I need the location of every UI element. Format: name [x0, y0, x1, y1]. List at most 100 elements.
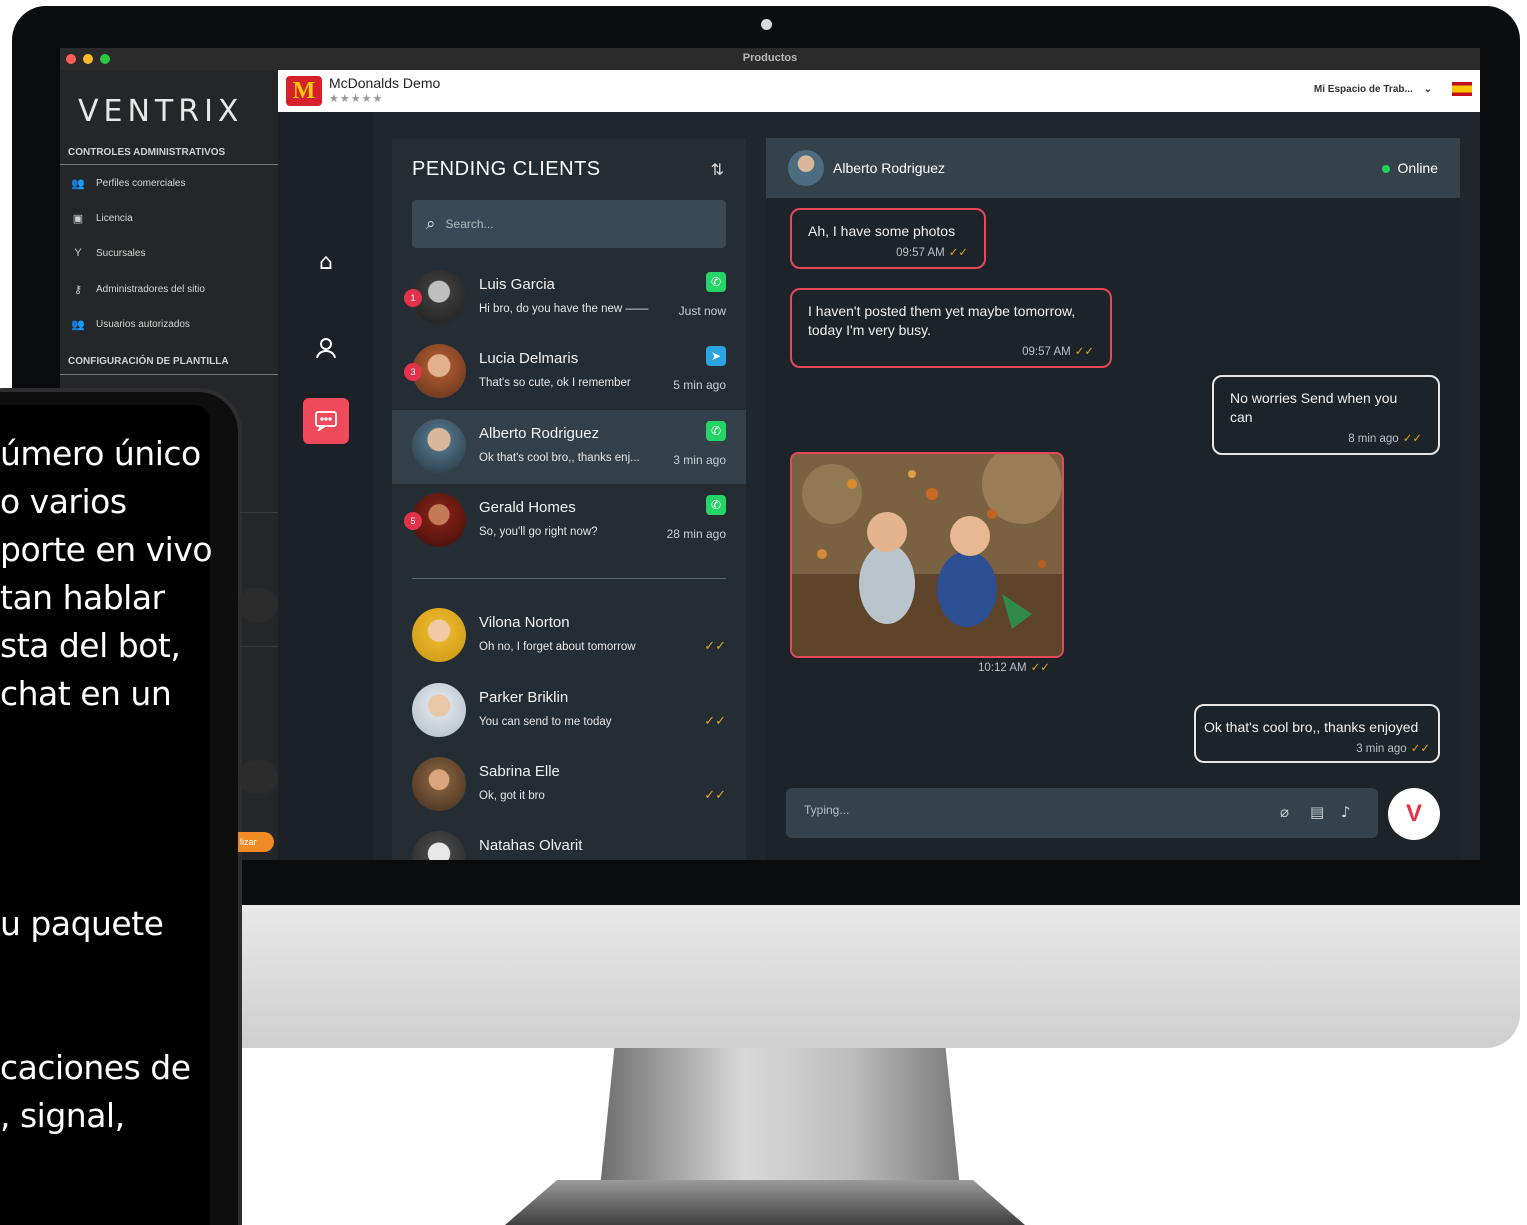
sidebar-item-license[interactable]: ▣ Licencia: [70, 208, 270, 228]
message-time: 10:12 AM: [978, 662, 1027, 674]
divider: [240, 512, 278, 513]
message-text: I haven't posted them yet maybe tomorrow…: [808, 303, 1076, 338]
window-titlebar: Productos: [60, 48, 1480, 70]
client-last-message: You can send to me today: [479, 716, 612, 728]
camera-dot: [761, 19, 772, 30]
client-name: Lucia Delmaris: [479, 350, 579, 367]
sidebar-item-business-profiles[interactable]: 👥 Perfiles comerciales: [70, 173, 270, 193]
divider: [240, 646, 278, 647]
read-check-icon: ✓✓: [1402, 433, 1422, 445]
unread-badge: 5: [404, 512, 422, 530]
client-row-selected[interactable]: Alberto Rodriguez Ok that's cool bro,, t…: [392, 410, 746, 484]
section-template-config: CONFIGURACIÓN DE PLANTILLA: [68, 356, 229, 367]
shared-photo[interactable]: [790, 452, 1064, 658]
message-meta: 09:57 AM ✓✓: [808, 344, 1094, 358]
rating-stars: ★★★★★: [329, 92, 384, 105]
panel-title: PENDING CLIENTS: [412, 158, 601, 180]
workspace-label: Mi Espacio de Trab...: [1313, 84, 1413, 95]
chat-header: Alberto Rodriguez Online: [766, 138, 1460, 198]
online-status-text: Online: [1397, 160, 1438, 176]
read-check-icon: ✓✓: [704, 714, 726, 729]
users-icon: 👥: [71, 177, 85, 190]
mic-icon[interactable]: ♪: [1341, 803, 1351, 821]
client-last-message: So, you'll go right now?: [479, 526, 598, 538]
sidebar-item-branches[interactable]: Y Sucursales: [70, 243, 270, 263]
client-time: 5 min ago: [673, 378, 726, 392]
sort-icon[interactable]: ⇅: [711, 160, 724, 179]
online-status-dot: [1382, 165, 1390, 173]
send-button[interactable]: V: [1388, 788, 1440, 840]
whatsapp-icon: ✆: [706, 421, 726, 441]
users-icon: 👥: [71, 318, 85, 331]
brand-name: McDonalds Demo: [329, 75, 441, 91]
device-ui-pill: [238, 760, 278, 794]
section-admin-controls: CONTROLES ADMINISTRATIVOS: [68, 147, 226, 158]
language-flag-icon[interactable]: [1452, 82, 1472, 96]
message-composer: ⌀ ▤ ♪: [786, 788, 1378, 838]
client-row[interactable]: 5 Gerald Homes So, you'll go right now? …: [392, 484, 746, 558]
read-check-icon: ✓✓: [948, 247, 968, 259]
avatar: [412, 419, 466, 473]
message-input[interactable]: [804, 803, 1234, 817]
client-name: Luis Garcia: [479, 276, 555, 293]
promo-text-line: o varios: [0, 482, 127, 521]
branch-icon: Y: [74, 247, 82, 259]
sidebar-item-label: Perfiles comerciales: [96, 177, 186, 189]
message-time: 8 min ago: [1348, 433, 1399, 445]
brand-logo: M: [286, 76, 322, 106]
client-time: Just now: [678, 304, 726, 318]
promo-text-line: , signal,: [0, 1096, 125, 1135]
ventrix-logo: VENTRIX: [78, 94, 244, 129]
sidebar-item-label: Sucursales: [96, 247, 146, 259]
workspace-selector[interactable]: Mi Espacio de Trab... ⌄: [1314, 84, 1432, 95]
promo-text-line: u paquete: [0, 904, 164, 943]
client-row[interactable]: Sabrina Elle Ok, got it bro ✓✓: [392, 748, 746, 822]
home-icon[interactable]: ⌂: [308, 244, 344, 280]
promo-text-line: porte en vivo: [0, 530, 213, 569]
message-meta: 09:57 AM ✓✓: [808, 245, 968, 259]
client-name: Vilona Norton: [479, 614, 570, 631]
client-last-message: That's so cute, ok I remember: [479, 377, 631, 389]
pending-clients-panel: PENDING CLIENTS ⇅ ⌕ 1 Luis Garcia Hi bro…: [392, 138, 746, 860]
avatar: [412, 757, 466, 811]
user-icon[interactable]: [308, 330, 344, 366]
search-box: ⌕: [412, 200, 726, 248]
product-mockup: Productos VENTRIX CONTROLES ADMINISTRATI…: [0, 0, 1527, 1225]
message-text: Ok that's cool bro,, thanks enjoyed: [1204, 719, 1419, 735]
attach-icon[interactable]: ⌀: [1280, 803, 1289, 821]
whatsapp-icon: ✆: [706, 495, 726, 515]
client-row[interactable]: Parker Briklin You can send to me today …: [392, 674, 746, 748]
message-text: No worries Send when you can: [1230, 390, 1398, 425]
device-action-button[interactable]: lizar: [238, 832, 274, 852]
unread-badge: 3: [404, 363, 422, 381]
message-time: 09:57 AM: [896, 247, 945, 259]
promo-text-line: úmero único: [0, 434, 201, 473]
client-name: Alberto Rodriguez: [479, 425, 600, 442]
avatar: [412, 608, 466, 662]
sidebar-item-site-admins[interactable]: ⚷ Administradores del sitio: [70, 279, 270, 299]
message-meta: 3 min ago ✓✓: [1204, 741, 1430, 755]
message-time: 09:57 AM: [1022, 346, 1071, 358]
read-check-icon: ✓✓: [704, 639, 726, 654]
app-window: Productos VENTRIX CONTROLES ADMINISTRATI…: [60, 48, 1480, 860]
chat-icon[interactable]: [303, 398, 349, 444]
avatar: [412, 683, 466, 737]
client-row[interactable]: 1 Luis Garcia Hi bro, do you have the ne…: [392, 261, 746, 335]
promo-text-line: sta del bot,: [0, 626, 181, 665]
file-icon[interactable]: ▤: [1310, 803, 1324, 821]
sidebar-item-label: Licencia: [96, 212, 133, 224]
device-ui-pill: [238, 588, 278, 622]
search-input[interactable]: [445, 217, 686, 231]
sidebar-item-label: Administradores del sitio: [96, 283, 205, 295]
sidebar-item-authorized-users[interactable]: 👥 Usuarios autorizados: [70, 314, 270, 334]
message-time: 3 min ago: [1356, 743, 1407, 755]
admin-key-icon: ⚷: [73, 283, 83, 296]
client-row[interactable]: Natahas Olvarit: [392, 822, 746, 860]
avatar: [788, 150, 824, 186]
client-row[interactable]: Vilona Norton Oh no, I forget about tomo…: [392, 599, 746, 673]
app-header: M McDonalds Demo ★★★★★ Mi Espacio de Tra…: [278, 70, 1480, 112]
client-name: Sabrina Elle: [479, 763, 560, 780]
client-last-message: Ok that's cool bro,, thanks enj...: [479, 452, 640, 464]
imac-stand-neck: [600, 1048, 960, 1188]
client-row[interactable]: 3 Lucia Delmaris That's so cute, ok I re…: [392, 335, 746, 409]
